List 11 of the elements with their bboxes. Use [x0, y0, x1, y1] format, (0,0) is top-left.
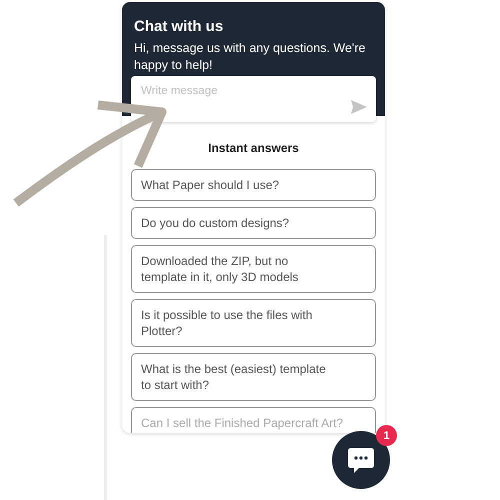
chat-bubble-icon — [346, 445, 376, 475]
answer-button[interactable]: Downloaded the ZIP, but no template in it, only 3D models — [131, 245, 376, 293]
section-title: Instant answers — [207, 141, 300, 155]
answer-button[interactable]: What Paper should I use? — [131, 169, 376, 201]
chat-title: Chat with us — [134, 18, 224, 35]
answer-button[interactable]: What is the best (easiest) template to start with? — [131, 353, 376, 401]
answer-button[interactable]: Do you do custom designs? — [131, 207, 376, 239]
notification-badge: 1 — [376, 425, 397, 446]
message-field[interactable]: Write message — [131, 76, 376, 122]
answer-button[interactable]: Is it possible to use the files with Plotter? — [131, 299, 376, 347]
chat-subtitle: Hi, message us with any questions. We're happy to help! — [134, 40, 366, 74]
